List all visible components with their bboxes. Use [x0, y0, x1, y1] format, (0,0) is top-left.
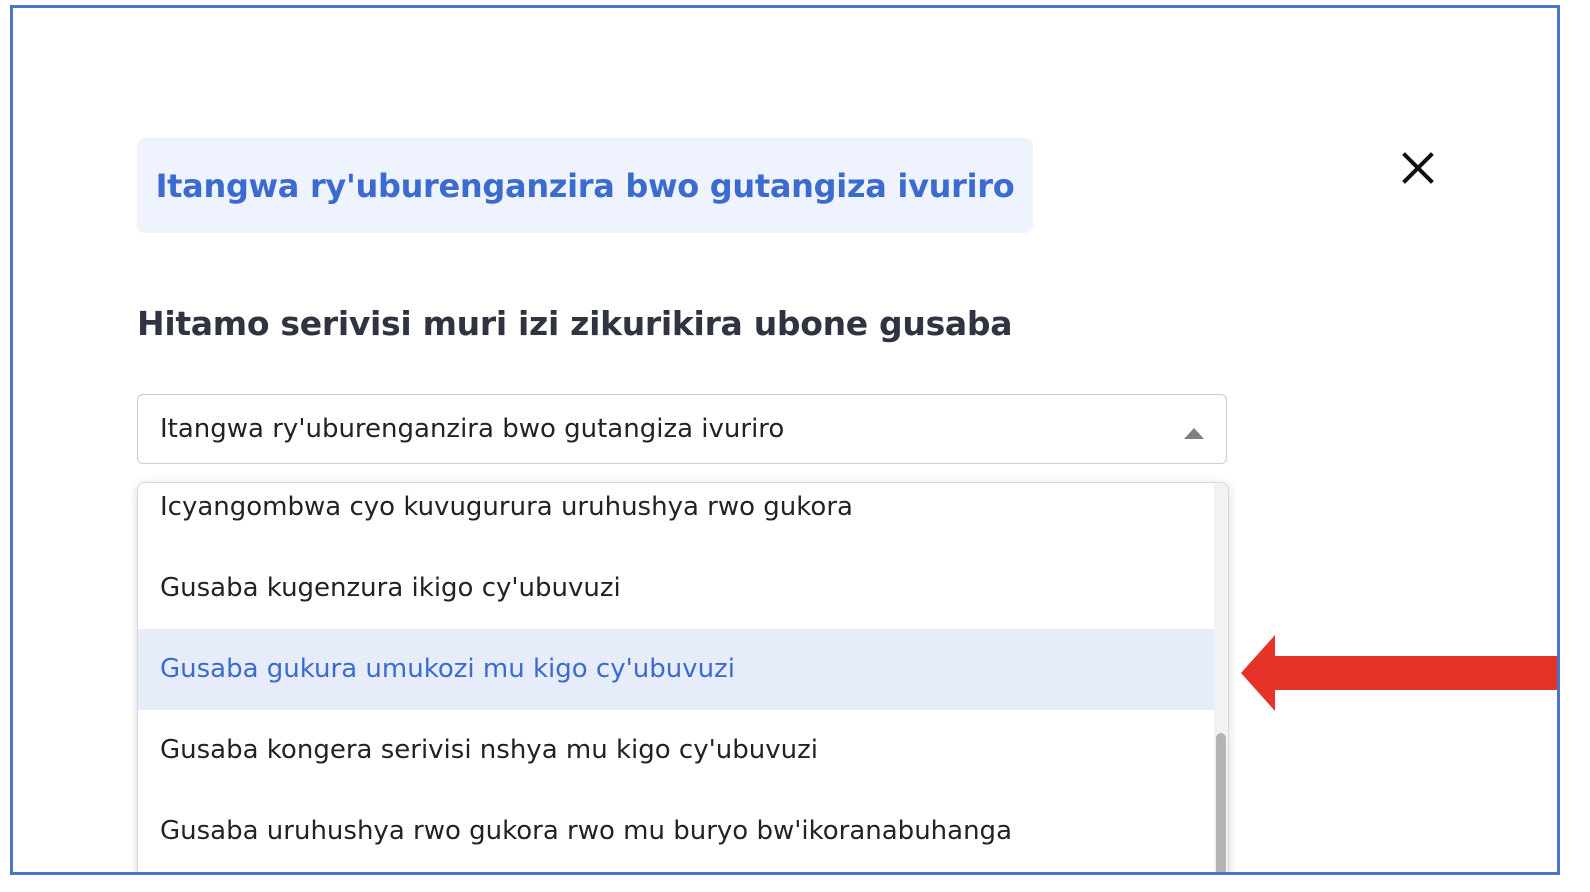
service-question-heading: Hitamo serivisi muri izi zikurikira ubon… — [137, 304, 1013, 343]
dropdown-option[interactable]: Gusaba uruhushya rwo gukora rwo mu buryo… — [138, 791, 1214, 872]
selected-service-chip: Itangwa ry'uburenganzira bwo gutangiza i… — [137, 138, 1033, 233]
service-chip-label: Itangwa ry'uburenganzira bwo gutangiza i… — [155, 166, 1015, 205]
screenshot-frame: Itangwa ry'uburenganzira bwo gutangiza i… — [10, 5, 1560, 875]
close-icon — [1402, 152, 1434, 184]
dropdown-option[interactable]: Gusaba kugenzura ikigo cy'ubuvuzi — [138, 548, 1214, 629]
service-options-dropdown[interactable]: Icyangombwa cyo kuvugurura uruhushya rwo… — [137, 482, 1229, 872]
dropdown-scrollbar-thumb[interactable] — [1216, 733, 1226, 872]
dropdown-scrollbar[interactable] — [1214, 483, 1228, 872]
close-button[interactable] — [1395, 145, 1441, 191]
dropdown-option[interactable]: Icyangombwa cyo kuvugurura uruhushya rwo… — [138, 483, 1214, 548]
service-select-value: Itangwa ry'uburenganzira bwo gutangiza i… — [160, 414, 785, 444]
dropdown-option[interactable]: Gusaba kongera serivisi nshya mu kigo cy… — [138, 710, 1214, 791]
dropdown-option-highlighted[interactable]: Gusaba gukura umukozi mu kigo cy'ubuvuzi — [138, 629, 1214, 710]
caret-up-icon — [1184, 428, 1204, 439]
annotation-arrow-icon — [1241, 635, 1557, 711]
service-select[interactable]: Itangwa ry'uburenganzira bwo gutangiza i… — [137, 394, 1227, 464]
